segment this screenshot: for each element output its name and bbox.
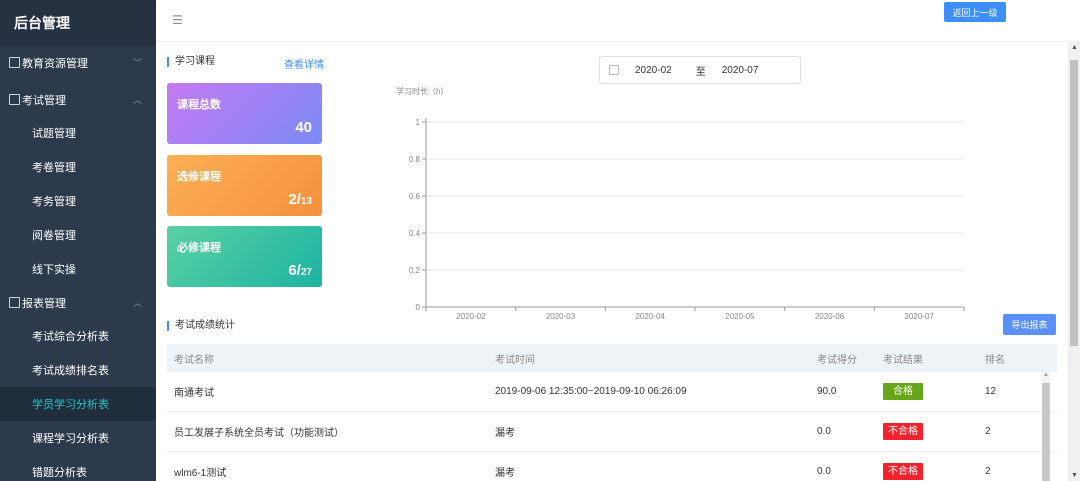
card-title: 选修课程	[177, 171, 221, 183]
fail-badge: 不合格	[883, 463, 923, 480]
x-tick-label: 2020-07	[904, 312, 934, 321]
calendar-icon	[609, 65, 619, 75]
nav-group-reports[interactable]: 报表管理 ︿	[0, 286, 156, 319]
monitor-icon	[9, 57, 20, 68]
view-details-link[interactable]: 查看详情	[284, 56, 324, 71]
table-row: wlm6-1测试 漏考 0.0 不合格 2	[167, 452, 1057, 481]
sidebar-item-student-study[interactable]: 学员学习分析表	[0, 387, 156, 421]
brand-title: 后台管理	[0, 0, 156, 46]
header-exam-name: 考试名称	[174, 354, 214, 366]
pass-badge: 合格	[883, 383, 923, 400]
form-icon	[9, 94, 20, 105]
cell-score: 90.0	[817, 386, 837, 397]
sidebar-item-wrong-questions[interactable]: 错题分析表	[0, 455, 156, 481]
sidebar-item-papers[interactable]: 考卷管理	[0, 150, 156, 184]
cell-time: 2019-09-06 12:35:00~2019-09-10 06:26:09	[495, 386, 687, 397]
section-title-courses: 学习课程	[167, 57, 215, 67]
sidebar-item-course-study[interactable]: 课程学习分析表	[0, 421, 156, 455]
date-separator: 至	[695, 66, 706, 78]
y-tick-label: 0.8	[409, 155, 421, 164]
sidebar: 后台管理 教育资源管理 ﹀ 考试管理 ︿ 试题管理 考卷管理 考务管理 阅卷管理…	[0, 0, 156, 481]
header-result: 考试结果	[883, 354, 923, 366]
header-rank: 排名	[985, 354, 1005, 366]
nav-group-label: 报表管理	[22, 297, 66, 310]
cell-rank: 2	[985, 466, 991, 477]
back-button[interactable]: 返回上一级	[944, 2, 1006, 22]
cell-score: 0.0	[817, 426, 831, 437]
date-start: 2020-02	[635, 64, 672, 76]
chevron-up-icon: ︿	[132, 95, 142, 105]
card-required-courses: 必修课程 6/27	[167, 226, 322, 287]
sidebar-item-offline-practice[interactable]: 线下实操	[0, 252, 156, 286]
table-row: 员工发展子系统全员考试（功能测试） 漏考 0.0 不合格 2	[167, 412, 1057, 452]
cell-time: 漏考	[495, 428, 515, 439]
sidebar-item-score-ranking[interactable]: 考试成绩排名表	[0, 353, 156, 387]
cell-rank: 12	[985, 386, 997, 397]
x-tick-label: 2020-04	[635, 312, 665, 321]
nav-group-label: 考试管理	[22, 94, 66, 107]
x-tick-label: 2020-03	[546, 312, 576, 321]
cell-rank: 2	[985, 426, 991, 437]
cell-name: 南通考试	[174, 388, 214, 399]
fail-badge: 不合格	[883, 423, 923, 440]
x-tick-label: 2020-06	[815, 312, 845, 321]
y-tick-label: 0.6	[409, 192, 421, 201]
cell-name: wlm6-1测试	[174, 468, 227, 479]
y-tick-label: 0.4	[409, 229, 421, 238]
page-scroll-thumb[interactable]	[1070, 60, 1078, 346]
table-row: 南通考试 2019-09-06 12:35:00~2019-09-10 06:2…	[167, 372, 1057, 412]
date-range-picker[interactable]: 2020-02 至 2020-07	[599, 56, 801, 84]
scroll-up-icon[interactable]: ▲	[1071, 44, 1078, 51]
table-scroll-thumb[interactable]	[1042, 383, 1050, 481]
card-total-courses: 课程总数 40	[167, 83, 322, 144]
cell-result: 不合格	[883, 463, 923, 480]
card-value: 40	[295, 119, 312, 136]
x-tick-label: 2020-05	[725, 312, 755, 321]
cell-result: 不合格	[883, 423, 923, 440]
date-end: 2020-07	[721, 64, 759, 76]
card-value: 6/27	[288, 262, 312, 279]
chart-icon	[9, 297, 20, 308]
card-value: 2/13	[288, 191, 312, 208]
cell-name: 员工发展子系统全员考试（功能测试）	[174, 428, 344, 439]
nav-group-exam[interactable]: 考试管理 ︿	[0, 83, 156, 116]
chevron-down-icon: ﹀	[132, 58, 142, 68]
sidebar-item-exam-summary[interactable]: 考试综合分析表	[0, 319, 156, 353]
header-exam-time: 考试时间	[495, 354, 535, 366]
topbar: ☰ 返回上一级	[156, 0, 1080, 42]
main-content: 学习课程 查看详情 课程总数 40 选修课程 2/13 必修课程 6/27 20…	[156, 42, 1068, 481]
cell-result: 合格	[883, 383, 923, 400]
cell-score: 0.0	[817, 466, 831, 477]
chevron-up-icon: ︿	[132, 298, 142, 308]
card-elective-courses: 选修课程 2/13	[167, 155, 322, 216]
nav-group-edu-resources[interactable]: 教育资源管理 ﹀	[0, 46, 156, 79]
nav-group-label: 教育资源管理	[22, 57, 88, 70]
y-axis-label: 学习时长（h）	[396, 86, 448, 96]
y-tick-label: 1	[416, 118, 421, 127]
sidebar-item-questions[interactable]: 试题管理	[0, 116, 156, 150]
sidebar-item-grading[interactable]: 阅卷管理	[0, 218, 156, 252]
y-tick-label: 0.2	[409, 266, 421, 275]
scroll-up-icon[interactable]: ▲	[1043, 372, 1049, 378]
table-header: 考试名称 考试时间 考试得分 考试结果 排名	[167, 344, 1057, 372]
x-tick-label: 2020-02	[456, 312, 486, 321]
section-title-scores: 考试成绩统计	[167, 321, 235, 331]
header-score: 考试得分	[817, 354, 857, 366]
study-hours-chart: 学习时长（h） 0 0.2 0.4 0.6 0.8 1 2020-02 2020-03 2020-…	[396, 86, 965, 321]
card-title: 必修课程	[177, 242, 221, 254]
card-title: 课程总数	[177, 99, 221, 111]
export-report-button[interactable]: 导出报表	[1003, 314, 1056, 335]
page-scrollbar[interactable]: ▲ ▼	[1068, 42, 1080, 481]
scores-table: 考试名称 考试时间 考试得分 考试结果 排名 南通考试 2019-09-06 1…	[167, 344, 1057, 481]
cell-time: 漏考	[495, 468, 515, 479]
scroll-down-icon[interactable]: ▼	[1071, 472, 1078, 479]
sidebar-item-exam-affairs[interactable]: 考务管理	[0, 184, 156, 218]
table-scrollbar[interactable]: ▲	[1042, 371, 1050, 481]
menu-fold-icon[interactable]: ☰	[172, 14, 184, 26]
y-tick-label: 0	[416, 303, 421, 312]
